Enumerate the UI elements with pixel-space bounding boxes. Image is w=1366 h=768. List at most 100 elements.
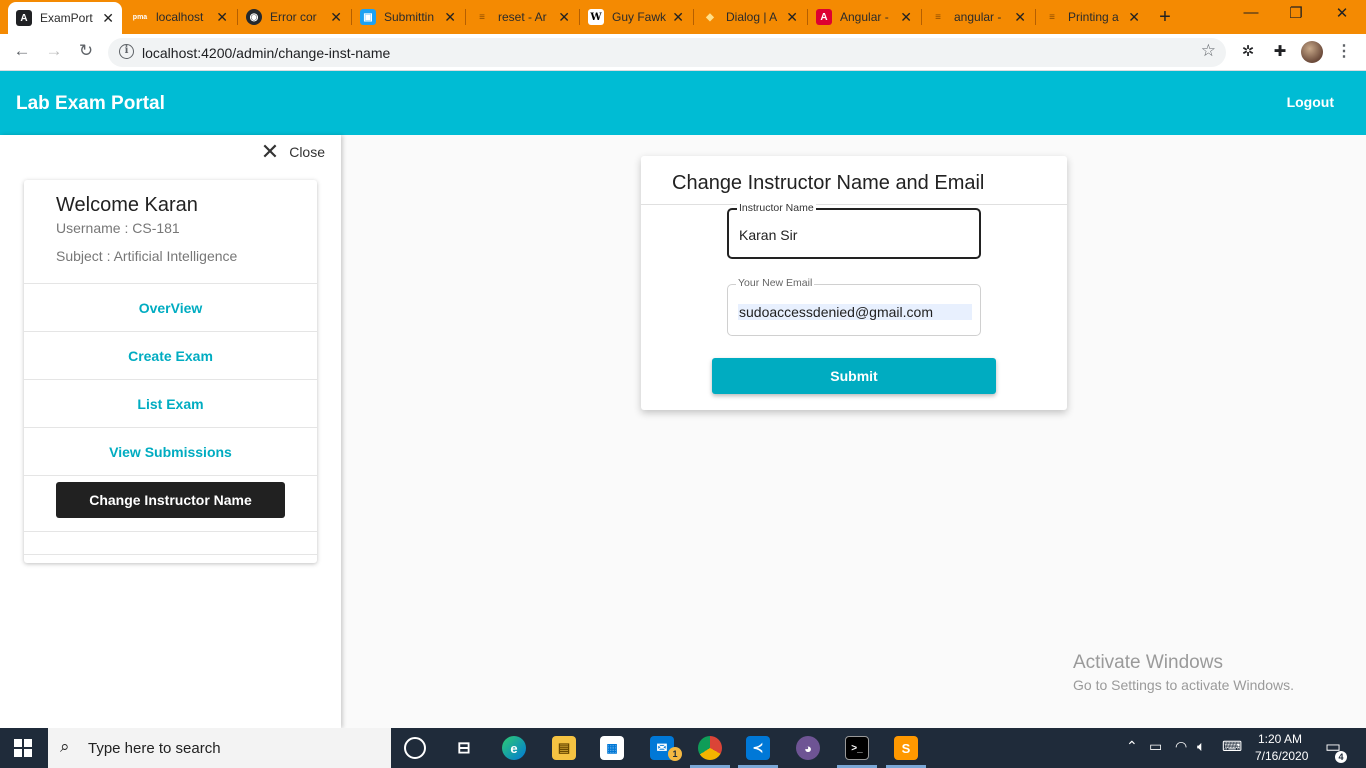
sidebar-item-change-instructor-name: Change Instructor Name <box>24 475 317 523</box>
angular-icon: A <box>16 10 32 26</box>
instructor-name-input[interactable] <box>739 227 969 243</box>
battery-icon[interactable]: ▭ <box>1149 738 1162 755</box>
file-explorer-icon[interactable]: ▤ <box>552 736 576 760</box>
activate-windows-subtitle: Go to Settings to activate Windows. <box>1073 677 1294 693</box>
chat-icon: ▣ <box>360 9 376 25</box>
mail-badge: 1 <box>668 747 682 761</box>
browser-tab[interactable]: pma localhost ✕ <box>124 0 236 34</box>
close-tab-icon[interactable]: ✕ <box>1128 9 1140 26</box>
windows-start-icon[interactable] <box>14 739 32 757</box>
cortana-icon[interactable] <box>404 737 426 759</box>
sidenav-menu-card: Welcome Karan Username : CS-181 Subject … <box>24 180 317 563</box>
wikipedia-icon: W <box>588 9 604 25</box>
browser-tab[interactable]: ≡ angular - ✕ <box>922 0 1034 34</box>
stackoverflow-icon: ≡ <box>479 11 485 23</box>
app-title[interactable]: Lab Exam Portal <box>16 93 165 115</box>
logout-button[interactable]: Logout <box>1287 94 1334 110</box>
notification-badge: 4 <box>1335 751 1347 763</box>
change-instructor-card: Change Instructor Name and Email Instruc… <box>641 156 1067 410</box>
clock-date: 7/16/2020 <box>1255 749 1309 763</box>
sidebar-item-overview[interactable]: OverView <box>24 283 317 331</box>
new-tab-icon[interactable]: + <box>1154 6 1176 29</box>
close-tab-icon[interactable]: ✕ <box>102 10 114 27</box>
sidebar-item-label: View Submissions <box>109 443 232 460</box>
search-icon: ⌕ <box>60 737 70 756</box>
task-view-icon[interactable]: ⊟ <box>452 736 476 760</box>
activate-windows-title: Activate Windows <box>1073 652 1223 673</box>
extension-icon[interactable]: ✲ <box>1238 42 1258 60</box>
search-placeholder[interactable]: Type here to search <box>88 740 221 757</box>
username-text: Username : CS-181 <box>56 220 180 236</box>
tab-title: Printing a <box>1068 10 1119 24</box>
instructor-name-field[interactable]: Instructor Name <box>727 202 981 259</box>
close-tab-icon[interactable]: ✕ <box>786 9 798 26</box>
browser-tab[interactable]: ≡ Printing a ✕ <box>1036 0 1148 34</box>
welcome-heading: Welcome Karan <box>56 194 198 216</box>
tab-title: Submittin <box>384 10 435 24</box>
bookmark-star-icon[interactable]: ☆ <box>1201 41 1216 61</box>
close-tab-icon[interactable]: ✕ <box>1014 9 1026 26</box>
close-window-icon[interactable]: ✕ <box>1330 4 1354 22</box>
close-icon[interactable]: ✕ <box>261 141 279 163</box>
taskbar-search[interactable]: ⌕ Type here to search <box>48 728 391 768</box>
app-header: Lab Exam Portal Logout <box>0 71 1366 135</box>
browser-tab[interactable]: ◆ Dialog | A ✕ <box>694 0 806 34</box>
divider <box>641 204 1067 205</box>
github-desktop-icon[interactable]: ◕ <box>796 736 820 760</box>
back-icon[interactable]: ← <box>11 41 33 61</box>
close-tab-icon[interactable]: ✕ <box>558 9 570 26</box>
email-input[interactable] <box>738 304 972 320</box>
forward-icon[interactable]: → <box>43 41 65 61</box>
browser-tab[interactable]: ◉ Error cor ✕ <box>238 0 350 34</box>
stackoverflow-icon: ≡ <box>1049 11 1055 23</box>
site-info-icon[interactable]: i <box>119 44 134 59</box>
close-tab-icon[interactable]: ✕ <box>444 9 456 26</box>
restore-icon[interactable]: ❐ <box>1284 4 1308 22</box>
browser-tab[interactable]: W Guy Fawk ✕ <box>580 0 692 34</box>
tab-title: Dialog | A <box>726 10 778 24</box>
browser-tab[interactable]: A Angular - ✕ <box>808 0 920 34</box>
show-hidden-icons-icon[interactable]: ⌃ <box>1126 738 1138 755</box>
close-tab-icon[interactable]: ✕ <box>672 9 684 26</box>
sidebar-item-label: List Exam <box>137 395 204 412</box>
close-label[interactable]: Close <box>289 144 325 160</box>
browser-tab[interactable]: ▣ Submittin ✕ <box>352 0 464 34</box>
close-tab-icon[interactable]: ✕ <box>330 9 342 26</box>
sidebar-empty-row <box>24 531 317 555</box>
browser-menu-icon[interactable]: ⋮ <box>1336 41 1352 61</box>
close-tab-icon[interactable]: ✕ <box>216 9 228 26</box>
material-icon: ◆ <box>706 11 714 23</box>
github-icon: ◉ <box>246 9 262 25</box>
taskbar-clock[interactable]: 1:20 AM 7/16/2020 <box>1255 731 1309 765</box>
sidebar-item-create-exam[interactable]: Create Exam <box>24 331 317 379</box>
sublime-text-icon[interactable]: S <box>894 736 918 760</box>
tab-title: reset - Ar <box>498 10 547 24</box>
chrome-icon[interactable] <box>698 736 722 760</box>
sidebar-item-list-exam[interactable]: List Exam <box>24 379 317 427</box>
tab-title: ExamPort <box>40 11 93 25</box>
close-sidenav-button[interactable]: ✕ Close <box>261 141 325 163</box>
sidebar-item-label: OverView <box>138 299 203 316</box>
terminal-icon[interactable]: >_ <box>845 736 869 760</box>
email-field[interactable]: Your New Email <box>727 277 981 336</box>
vscode-icon[interactable]: ≺ <box>746 736 770 760</box>
volume-icon[interactable]: 🔈︎ <box>1197 738 1205 755</box>
change-instructor-name-button[interactable]: Change Instructor Name <box>56 481 285 518</box>
browser-toolbar: ← → ↻ i localhost:4200/admin/change-inst… <box>0 34 1366 71</box>
browser-tab[interactable]: ≡ reset - Ar ✕ <box>466 0 578 34</box>
profile-avatar[interactable] <box>1301 41 1323 63</box>
store-icon[interactable]: ▦ <box>600 736 624 760</box>
url-text[interactable]: localhost:4200/admin/change-inst-name <box>142 45 390 61</box>
sidebar-item-view-submissions[interactable]: View Submissions <box>24 427 317 475</box>
reload-icon[interactable]: ↻ <box>75 41 97 61</box>
angular-icon: A <box>816 9 832 25</box>
extensions-puzzle-icon[interactable]: ✚ <box>1270 42 1290 60</box>
keyboard-icon[interactable]: ⌨ <box>1222 738 1242 755</box>
wifi-icon[interactable]: ◠ <box>1175 738 1187 755</box>
address-bar[interactable]: i localhost:4200/admin/change-inst-name … <box>108 38 1226 67</box>
minimize-icon[interactable]: — <box>1239 4 1263 21</box>
submit-button[interactable]: Submit <box>712 358 996 394</box>
edge-icon[interactable]: e <box>502 736 526 760</box>
close-tab-icon[interactable]: ✕ <box>900 9 912 26</box>
browser-tab[interactable]: A ExamPort ✕ <box>8 2 122 34</box>
